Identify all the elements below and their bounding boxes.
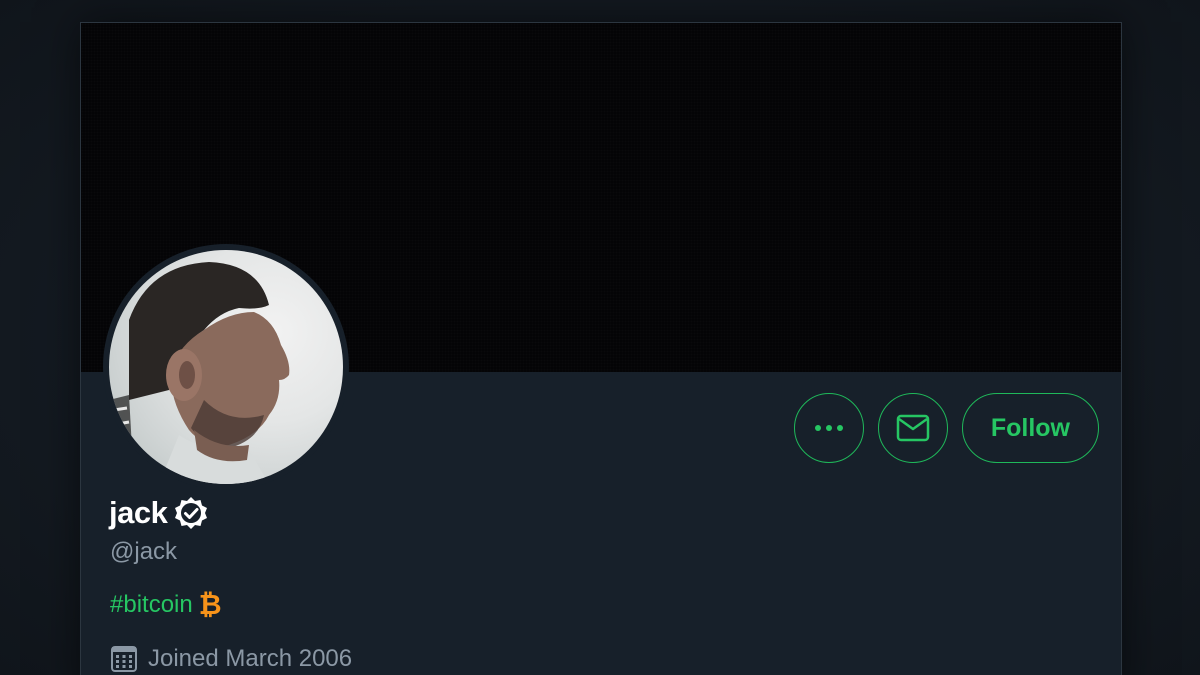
bitcoin-hashtag-link[interactable]: #bitcoin [110,591,193,619]
avatar-photo [109,250,343,484]
more-dots-icon [814,425,843,431]
joined-date: Joined March 2006 [148,645,353,672]
display-name: jack [109,495,168,530]
envelope-icon [896,414,930,442]
profile-card: Follow jack @jack #bitcoin ₿ Joined Marc… [80,22,1122,675]
profile-actions: Follow [793,393,1099,463]
avatar[interactable] [103,244,349,490]
display-name-row: jack [109,495,209,531]
profile-bio: #bitcoin ₿ [110,591,222,619]
follow-button[interactable]: Follow [961,393,1099,463]
avatar-portrait-image [109,262,290,484]
more-button[interactable] [793,393,864,463]
user-handle: @jack [110,538,178,565]
page: Follow jack @jack #bitcoin ₿ Joined Marc… [0,0,1200,675]
calendar-icon [111,646,137,672]
joined-date-row: Joined March 2006 [110,645,352,673]
message-button[interactable] [877,393,948,463]
verified-badge-icon [175,497,208,529]
bitcoin-icon: ₿ [198,588,222,621]
